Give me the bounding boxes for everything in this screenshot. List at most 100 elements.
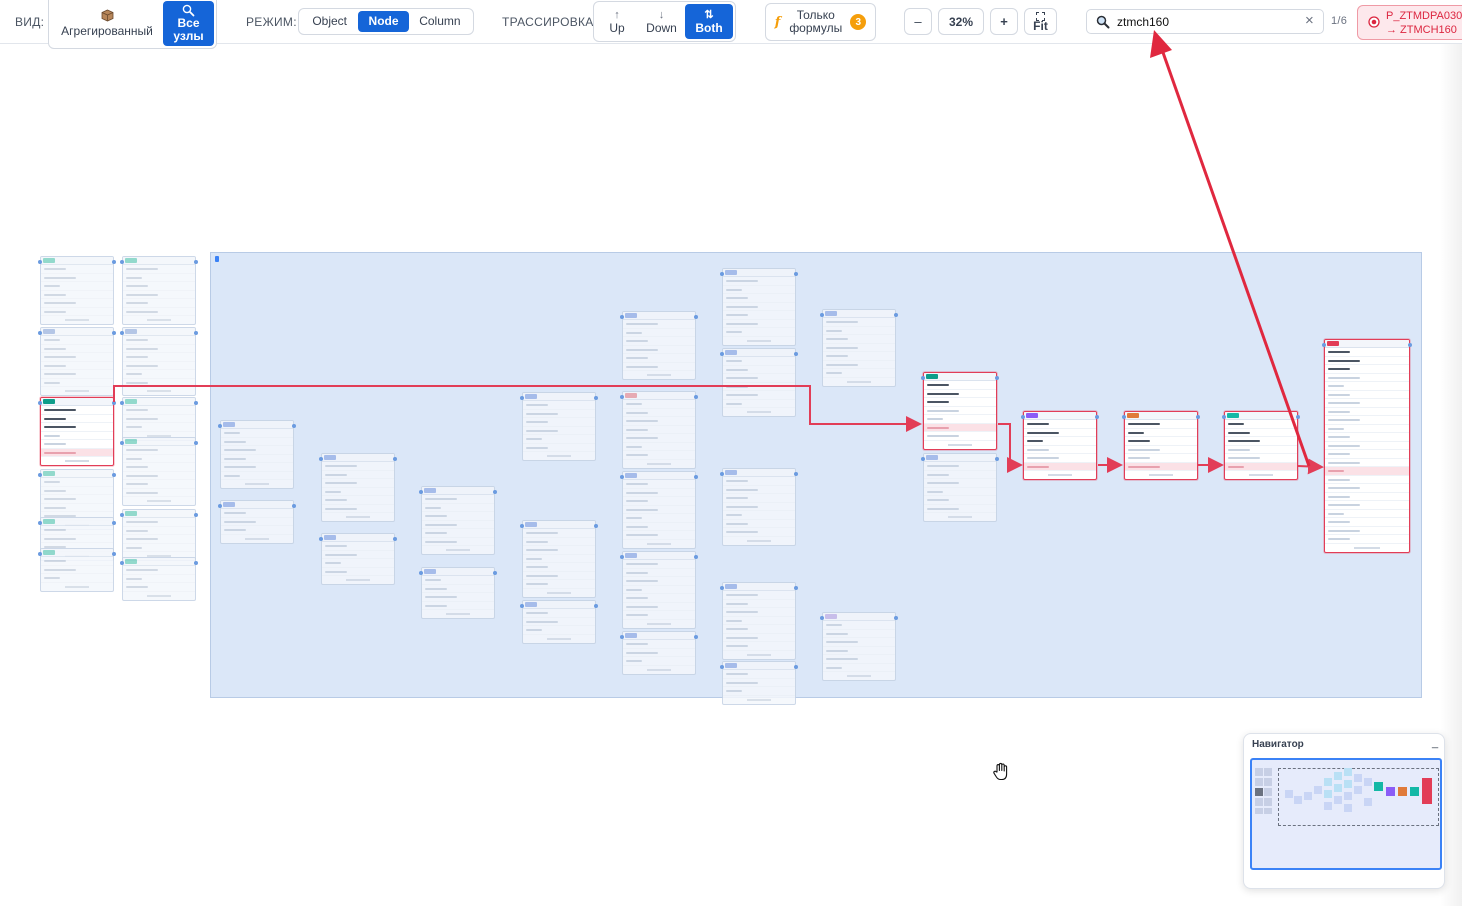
node-port[interactable] xyxy=(921,457,925,461)
node-column-row[interactable] xyxy=(823,638,895,647)
node-column-row[interactable] xyxy=(723,494,795,503)
lineage-node[interactable] xyxy=(722,468,796,546)
node-port[interactable] xyxy=(620,555,624,559)
node-port[interactable] xyxy=(493,571,497,575)
node-port[interactable] xyxy=(594,604,598,608)
node-column-row[interactable] xyxy=(1125,454,1197,463)
node-port[interactable] xyxy=(694,315,698,319)
node-port[interactable] xyxy=(292,504,296,508)
node-port[interactable] xyxy=(694,555,698,559)
node-column-row[interactable] xyxy=(623,560,695,569)
node-column-row[interactable] xyxy=(41,504,113,512)
node-column-row[interactable] xyxy=(723,294,795,303)
node-column-row[interactable] xyxy=(823,621,895,630)
node-port[interactable] xyxy=(38,401,42,405)
node-column-row[interactable] xyxy=(123,291,195,299)
node-column-row[interactable] xyxy=(322,559,394,568)
lineage-node[interactable] xyxy=(122,557,196,601)
node-column-row[interactable] xyxy=(723,391,795,400)
node-port[interactable] xyxy=(194,401,198,405)
node-column-row[interactable] xyxy=(123,415,195,423)
node-column-row[interactable] xyxy=(823,647,895,655)
node-column-row[interactable] xyxy=(41,448,113,457)
node-column-row[interactable] xyxy=(1325,433,1409,442)
node-column-row[interactable] xyxy=(123,336,195,345)
node-port[interactable] xyxy=(820,313,824,317)
node-column-row[interactable] xyxy=(623,400,695,409)
node-column-row[interactable] xyxy=(723,366,795,374)
trace-down-button[interactable]: ↓ Down xyxy=(638,4,685,39)
node-column-row[interactable] xyxy=(723,687,795,696)
node-column-row[interactable] xyxy=(523,418,595,427)
node-column-row[interactable] xyxy=(1225,437,1297,446)
lineage-node[interactable] xyxy=(122,437,196,506)
node-port[interactable] xyxy=(120,441,124,445)
node-column-row[interactable] xyxy=(221,455,293,463)
node-port[interactable] xyxy=(218,504,222,508)
lineage-node[interactable] xyxy=(923,372,997,450)
node-column-row[interactable] xyxy=(322,471,394,479)
node-column-row[interactable] xyxy=(123,472,195,480)
node-port[interactable] xyxy=(620,315,624,319)
node-column-row[interactable] xyxy=(623,426,695,434)
node-column-row[interactable] xyxy=(41,574,113,583)
node-port[interactable] xyxy=(720,586,724,590)
node-port[interactable] xyxy=(419,490,423,494)
node-column-row[interactable] xyxy=(823,655,895,664)
node-column-row[interactable] xyxy=(322,479,394,488)
node-column-row[interactable] xyxy=(823,318,895,327)
node-column-row[interactable] xyxy=(41,274,113,282)
node-column-row[interactable] xyxy=(523,410,595,418)
node-column-row[interactable] xyxy=(1325,510,1409,518)
node-column-row[interactable] xyxy=(723,303,795,311)
node-column-row[interactable] xyxy=(41,535,113,543)
lineage-node[interactable] xyxy=(321,533,395,585)
node-column-row[interactable] xyxy=(823,344,895,352)
node-column-row[interactable] xyxy=(523,538,595,546)
node-port[interactable] xyxy=(1222,415,1226,419)
node-port[interactable] xyxy=(112,552,116,556)
node-column-row[interactable] xyxy=(723,311,795,320)
node-column-row[interactable] xyxy=(723,625,795,634)
lineage-node[interactable] xyxy=(923,453,997,522)
node-column-row[interactable] xyxy=(623,569,695,577)
node-column-row[interactable] xyxy=(623,329,695,337)
node-column-row[interactable] xyxy=(924,381,996,390)
lineage-node[interactable] xyxy=(220,420,294,489)
node-port[interactable] xyxy=(720,472,724,476)
node-column-row[interactable] xyxy=(523,572,595,580)
node-port[interactable] xyxy=(794,472,798,476)
node-column-row[interactable] xyxy=(123,265,195,274)
node-column-row[interactable] xyxy=(41,432,113,440)
node-column-row[interactable] xyxy=(123,406,195,415)
node-column-row[interactable] xyxy=(41,299,113,308)
lineage-node[interactable] xyxy=(622,391,696,469)
lineage-node[interactable] xyxy=(622,311,696,380)
node-column-row[interactable] xyxy=(1325,382,1409,391)
node-column-row[interactable] xyxy=(123,423,195,432)
node-column-row[interactable] xyxy=(723,277,795,286)
node-column-row[interactable] xyxy=(41,336,113,345)
node-column-row[interactable] xyxy=(623,434,695,443)
node-column-row[interactable] xyxy=(41,415,113,423)
node-column-row[interactable] xyxy=(523,401,595,410)
node-port[interactable] xyxy=(38,331,42,335)
node-column-row[interactable] xyxy=(422,512,494,521)
node-column-row[interactable] xyxy=(924,496,996,505)
node-column-row[interactable] xyxy=(623,514,695,523)
node-column-row[interactable] xyxy=(123,527,195,535)
node-column-row[interactable] xyxy=(723,617,795,625)
lineage-node[interactable] xyxy=(40,327,114,396)
node-column-row[interactable] xyxy=(1325,425,1409,433)
node-column-row[interactable] xyxy=(41,478,113,487)
node-port[interactable] xyxy=(319,457,323,461)
lineage-node[interactable] xyxy=(122,509,196,561)
node-column-row[interactable] xyxy=(41,265,113,274)
lineage-node[interactable] xyxy=(421,486,495,555)
node-port[interactable] xyxy=(520,396,524,400)
node-port[interactable] xyxy=(1021,415,1025,419)
node-column-row[interactable] xyxy=(623,603,695,611)
lineage-node[interactable] xyxy=(1224,411,1298,480)
node-column-row[interactable] xyxy=(924,488,996,496)
lineage-node[interactable] xyxy=(421,567,495,619)
